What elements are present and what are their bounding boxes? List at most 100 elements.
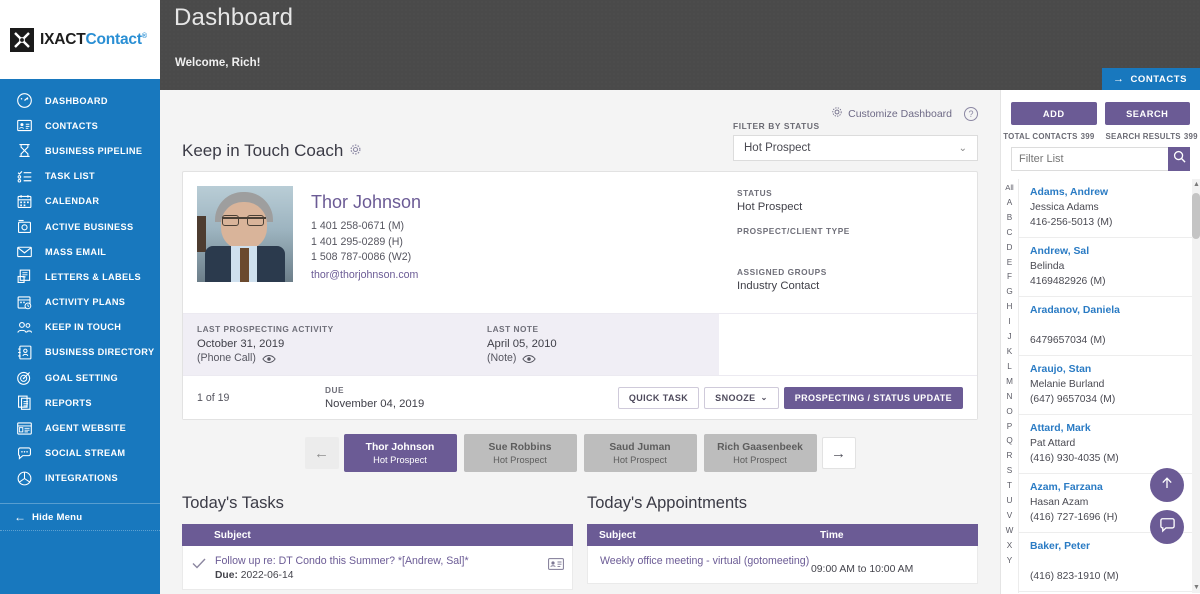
alpha-index-item[interactable]: N (1007, 390, 1013, 405)
alpha-index-item[interactable]: I (1008, 315, 1010, 330)
filter-search-button[interactable] (1168, 147, 1190, 171)
contact-name[interactable]: Thor Johnson (311, 192, 421, 213)
contacts-shortcut-button[interactable]: → CONTACTS (1101, 68, 1200, 90)
alpha-index-item[interactable]: L (1007, 360, 1012, 375)
alpha-index-item[interactable]: A (1007, 196, 1012, 211)
alpha-index-item[interactable]: M (1006, 375, 1013, 390)
sidebar-item-calendar[interactable]: CALENDAR (0, 189, 160, 214)
contact-list-name[interactable]: Araujo, Stan (1030, 362, 1190, 377)
alpha-index-item[interactable]: J (1007, 330, 1011, 345)
list-item[interactable]: Araujo, Stan Melanie Burland (647) 96570… (1019, 356, 1200, 415)
contact-list-name[interactable]: Adams, Andrew (1030, 185, 1190, 200)
alpha-index-item[interactable]: X (1007, 539, 1012, 554)
list-item[interactable]: Aradanov, Daniela 6479657034 (M) (1019, 297, 1200, 356)
alpha-index-item[interactable]: R (1007, 449, 1013, 464)
sidebar-item-task-list[interactable]: TASK LIST (0, 164, 160, 189)
list-item[interactable]: Attard, Mark Pat Attard (416) 930-4035 (… (1019, 415, 1200, 474)
alpha-index-item[interactable]: P (1007, 420, 1012, 435)
alpha-index-item[interactable]: D (1007, 241, 1013, 256)
pager-card[interactable]: Rich Gaasenbeek Hot Prospect (703, 434, 817, 472)
help-icon[interactable]: ? (964, 106, 978, 121)
contacts-list-scrollbar[interactable]: ▲ ▼ (1192, 179, 1200, 593)
task-subject[interactable]: Follow up re: DT Condo this Summer? *[An… (215, 554, 548, 568)
alpha-index-item[interactable]: All (1005, 181, 1013, 196)
prospect-type-value (737, 239, 977, 254)
eye-icon[interactable] (262, 354, 276, 363)
settings-gear-icon[interactable] (349, 141, 362, 161)
alpha-index-item[interactable]: B (1007, 211, 1012, 226)
pager-card[interactable]: Saud Juman Hot Prospect (583, 434, 697, 472)
list-item[interactable]: Adams, Andrew Jessica Adams 416-256-5013… (1019, 179, 1200, 238)
pager-card[interactable]: Sue Robbins Hot Prospect (463, 434, 577, 472)
sidebar-item-business-pipeline[interactable]: BUSINESS PIPELINE (0, 138, 160, 163)
sidebar-nav: DASHBOARD CONTACTS BUSINESS PIPELINE TAS… (0, 79, 160, 491)
scroll-to-top-button[interactable] (1150, 468, 1184, 502)
sidebar-item-activity-plans[interactable]: ACTIVITY PLANS (0, 290, 160, 315)
prospecting-status-update-button[interactable]: PROSPECTING / STATUS UPDATE (783, 386, 963, 409)
alpha-index-item[interactable]: O (1006, 405, 1012, 420)
sidebar-item-social-stream[interactable]: SOCIAL STREAM (0, 441, 160, 466)
search-results-value: 399 (1183, 132, 1198, 141)
sidebar-item-active-business[interactable]: ACTIVE BUSINESS (0, 214, 160, 239)
brand-logo[interactable]: IXACTContact® (0, 0, 160, 79)
sidebar-item-label: CONTACTS (45, 120, 99, 131)
sidebar-item-keep-in-touch[interactable]: KEEP IN TOUCH (0, 315, 160, 340)
eye-icon[interactable] (522, 354, 537, 363)
alpha-index-item[interactable]: S (1007, 464, 1012, 479)
sidebar-item-dashboard[interactable]: DASHBOARD (0, 88, 160, 113)
alpha-index-item[interactable]: G (1006, 285, 1012, 300)
scroll-up-arrow-icon[interactable]: ▲ (1193, 181, 1200, 188)
pager-card[interactable]: Thor Johnson Hot Prospect (343, 434, 457, 472)
quick-task-button[interactable]: QUICK TASK (617, 386, 700, 409)
chat-button[interactable] (1150, 510, 1184, 544)
sidebar-item-letters-labels[interactable]: LETTERS & LABELS (0, 264, 160, 289)
alpha-index-item[interactable]: E (1007, 256, 1012, 271)
task-due-label: Due: (215, 570, 238, 581)
filter-list-input[interactable] (1011, 147, 1168, 171)
sidebar-item-reports[interactable]: REPORTS (0, 390, 160, 415)
active-business-icon (14, 217, 34, 237)
contact-list-name[interactable]: Aradanov, Daniela (1030, 303, 1190, 318)
alpha-index-item[interactable]: Q (1006, 434, 1012, 449)
table-row[interactable]: Weekly office meeting - virtual (gotomee… (587, 546, 978, 584)
prospecting-status-update-label: PROSPECTING / STATUS UPDATE (794, 392, 952, 403)
sidebar-item-integrations[interactable]: INTEGRATIONS (0, 466, 160, 491)
scroll-down-arrow-icon[interactable]: ▼ (1193, 584, 1200, 591)
pager-next-button[interactable]: → (821, 437, 856, 469)
alpha-index-item[interactable]: W (1006, 524, 1014, 539)
hide-menu-button[interactable]: ← Hide Menu (0, 503, 160, 531)
scrollbar-thumb[interactable] (1192, 193, 1200, 239)
alpha-index-item[interactable]: H (1007, 300, 1013, 315)
table-row[interactable]: Follow up re: DT Condo this Summer? *[An… (182, 546, 573, 590)
sidebar-item-contacts[interactable]: CONTACTS (0, 113, 160, 138)
snooze-button[interactable]: SNOOZE ⌄ (704, 386, 779, 409)
alpha-index-item[interactable]: C (1007, 226, 1013, 241)
appointment-time: 09:00 AM to 10:00 AM (811, 564, 914, 575)
contact-list-name[interactable]: Attard, Mark (1030, 421, 1190, 436)
contact-card-icon[interactable] (548, 557, 564, 570)
alpha-index-item[interactable]: F (1007, 270, 1012, 285)
prospect-type-label: PROSPECT/CLIENT TYPE (737, 226, 850, 236)
sidebar: IXACTContact® DASHBOARD CONTACTS BUSINES… (0, 0, 160, 594)
alpha-index-item[interactable]: T (1007, 479, 1012, 494)
alpha-index-item[interactable]: U (1007, 494, 1013, 509)
pager-card-name: Thor Johnson (365, 441, 435, 453)
appointment-subject[interactable]: Weekly office meeting - virtual (gotomee… (588, 554, 811, 569)
status-filter: FILTER BY STATUS Hot Prospect ⌄ (733, 121, 978, 161)
alpha-index-item[interactable]: Y (1007, 554, 1012, 569)
sidebar-item-agent-website[interactable]: AGENT WEBSITE (0, 415, 160, 440)
list-item[interactable]: Andrew, Sal Belinda 4169482926 (M) (1019, 238, 1200, 297)
contact-email[interactable]: thor@thorjohnson.com (311, 268, 421, 284)
status-filter-select[interactable]: Hot Prospect ⌄ (733, 135, 978, 161)
sidebar-item-business-directory[interactable]: BUSINESS DIRECTORY (0, 340, 160, 365)
contact-list-name[interactable]: Andrew, Sal (1030, 244, 1190, 259)
pager-prev-button[interactable]: ← (304, 437, 339, 469)
add-contact-button[interactable]: ADD (1011, 102, 1097, 125)
task-complete-checkbox[interactable] (183, 554, 215, 569)
search-contacts-button[interactable]: SEARCH (1104, 102, 1190, 125)
customize-dashboard-button[interactable]: Customize Dashboard (831, 106, 952, 121)
alpha-index-item[interactable]: V (1007, 509, 1012, 524)
alpha-index-item[interactable]: K (1007, 345, 1012, 360)
sidebar-item-mass-email[interactable]: MASS EMAIL (0, 239, 160, 264)
sidebar-item-goal-setting[interactable]: GOAL SETTING (0, 365, 160, 390)
